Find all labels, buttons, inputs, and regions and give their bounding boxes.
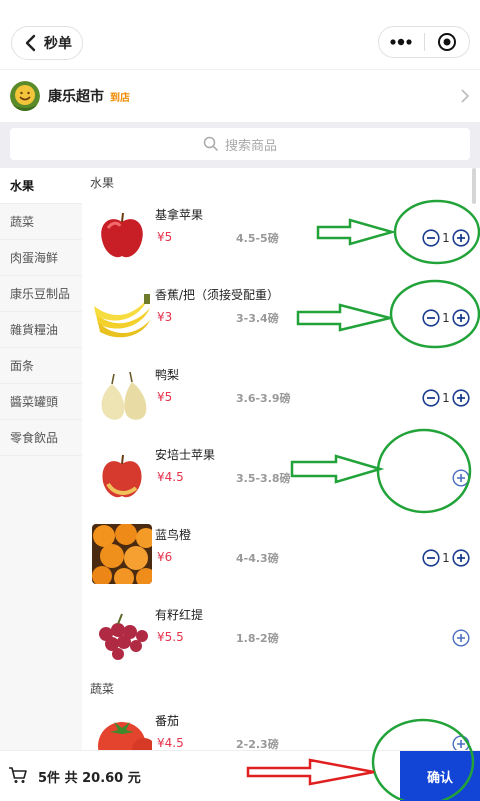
product-image-banana [92,284,152,344]
product-image-tomato [92,710,152,750]
store-tag: 到店 [110,92,130,104]
product-image-apple [92,444,152,504]
product-price: ¥3 [157,310,173,324]
product-item: 基拿苹果 ¥5 4.5-5磅 1 [82,194,480,274]
chevron-left-icon [18,26,44,60]
plus-circle-icon[interactable] [452,469,470,487]
product-spec: 4.5-5磅 [236,232,279,245]
quantity-stepper: 1 [422,229,470,247]
product-spec: 3.5-3.8磅 [236,472,291,485]
plus-circle-icon[interactable] [452,549,470,567]
product-item: 有籽红提 ¥5.5 1.8-2磅 [82,594,480,674]
category-item[interactable]: 蔬菜 [0,204,82,240]
mini-program-capsule [378,26,470,58]
top-bar: 秒单 [0,0,480,70]
quantity-stepper: 1 [422,549,470,567]
bottom-bar: 5件 共 20.60 元 确认 [0,750,480,801]
search-area: 搜索商品 [0,122,480,168]
category-item[interactable]: 醬菜罐頭 [0,384,82,420]
category-sidebar: 水果 蔬菜 肉蛋海鲜 康乐豆制品 雜貨糧油 面条 醬菜罐頭 零食飲品 [0,168,82,750]
product-spec: 3.6-3.9磅 [236,392,291,405]
product-item: 蓝鸟橙 ¥6 4-4.3磅 1 [82,514,480,594]
chevron-right-icon [460,88,470,108]
product-spec: 2-2.3磅 [236,738,279,750]
search-icon [203,136,219,152]
product-price: ¥4.5 [157,470,184,484]
minus-circle-icon[interactable] [422,309,440,327]
plus-circle-icon[interactable] [452,629,470,647]
plus-circle-icon[interactable] [452,735,470,750]
product-name: 香蕉/把（须接受配重） [155,288,280,302]
product-name: 蓝鸟橙 [155,528,192,542]
product-price: ¥6 [157,550,173,564]
store-logo [10,81,40,111]
product-price: ¥5 [157,390,173,404]
product-image-grapes [92,604,152,664]
product-price: ¥5 [157,230,173,244]
product-price: ¥4.5 [157,736,184,750]
target-circle-icon[interactable] [424,26,469,58]
product-price: ¥5.5 [157,630,184,644]
product-item: 鸭梨 ¥5 3.6-3.9磅 1 [82,354,480,434]
page-title: 秒单 [44,36,72,52]
category-item[interactable]: 面条 [0,348,82,384]
plus-circle-icon[interactable] [452,309,470,327]
quantity-stepper [452,735,470,750]
search-input[interactable]: 搜索商品 [10,128,470,160]
store-name: 康乐超市 [48,89,104,105]
quantity-stepper [452,469,470,487]
category-item[interactable]: 水果 [0,168,82,204]
minus-circle-icon[interactable] [422,389,440,407]
category-item[interactable]: 零食飲品 [0,420,82,456]
category-item[interactable]: 康乐豆制品 [0,276,82,312]
category-item[interactable]: 肉蛋海鲜 [0,240,82,276]
quantity-value: 1 [442,391,450,405]
product-image-pear [92,364,152,424]
product-spec: 4-4.3磅 [236,552,279,565]
minus-circle-icon[interactable] [422,229,440,247]
plus-circle-icon[interactable] [452,229,470,247]
cart-summary: 5件 共 20.60 元 [38,771,141,786]
minus-circle-icon[interactable] [422,549,440,567]
product-name: 有籽红提 [155,608,204,622]
more-dots-icon[interactable] [379,26,424,58]
store-row[interactable]: 康乐超市 到店 [0,70,480,122]
category-item[interactable]: 雜貨糧油 [0,312,82,348]
product-name: 鸭梨 [155,368,180,382]
product-spec: 3-3.4磅 [236,312,279,325]
product-item: 番茄 ¥4.5 2-2.3磅 [82,700,480,750]
quantity-stepper: 1 [422,309,470,327]
cart-icon[interactable] [8,766,28,788]
back-button[interactable]: 秒单 [11,26,83,60]
product-list: 水果 基拿苹果 ¥5 4.5-5磅 1 香蕉/把（须接受配重） ¥3 3-3.4… [82,168,480,750]
scrollbar[interactable] [472,168,476,204]
product-item: 安培士苹果 ¥4.5 3.5-3.8磅 [82,434,480,514]
product-name: 番茄 [155,714,180,728]
quantity-value: 1 [442,311,450,325]
product-image-orange [92,524,152,584]
section-title: 蔬菜 [90,682,115,696]
quantity-stepper [452,629,470,647]
quantity-value: 1 [442,231,450,245]
plus-circle-icon[interactable] [452,389,470,407]
quantity-stepper: 1 [422,389,470,407]
confirm-button[interactable]: 确认 [400,751,480,801]
product-spec: 1.8-2磅 [236,632,279,645]
product-image-apple [92,204,152,264]
search-placeholder: 搜索商品 [224,138,277,154]
section-title: 水果 [90,176,115,190]
product-item: 香蕉/把（须接受配重） ¥3 3-3.4磅 1 [82,274,480,354]
product-name: 基拿苹果 [155,208,204,222]
product-name: 安培士苹果 [155,448,216,462]
quantity-value: 1 [442,551,450,565]
